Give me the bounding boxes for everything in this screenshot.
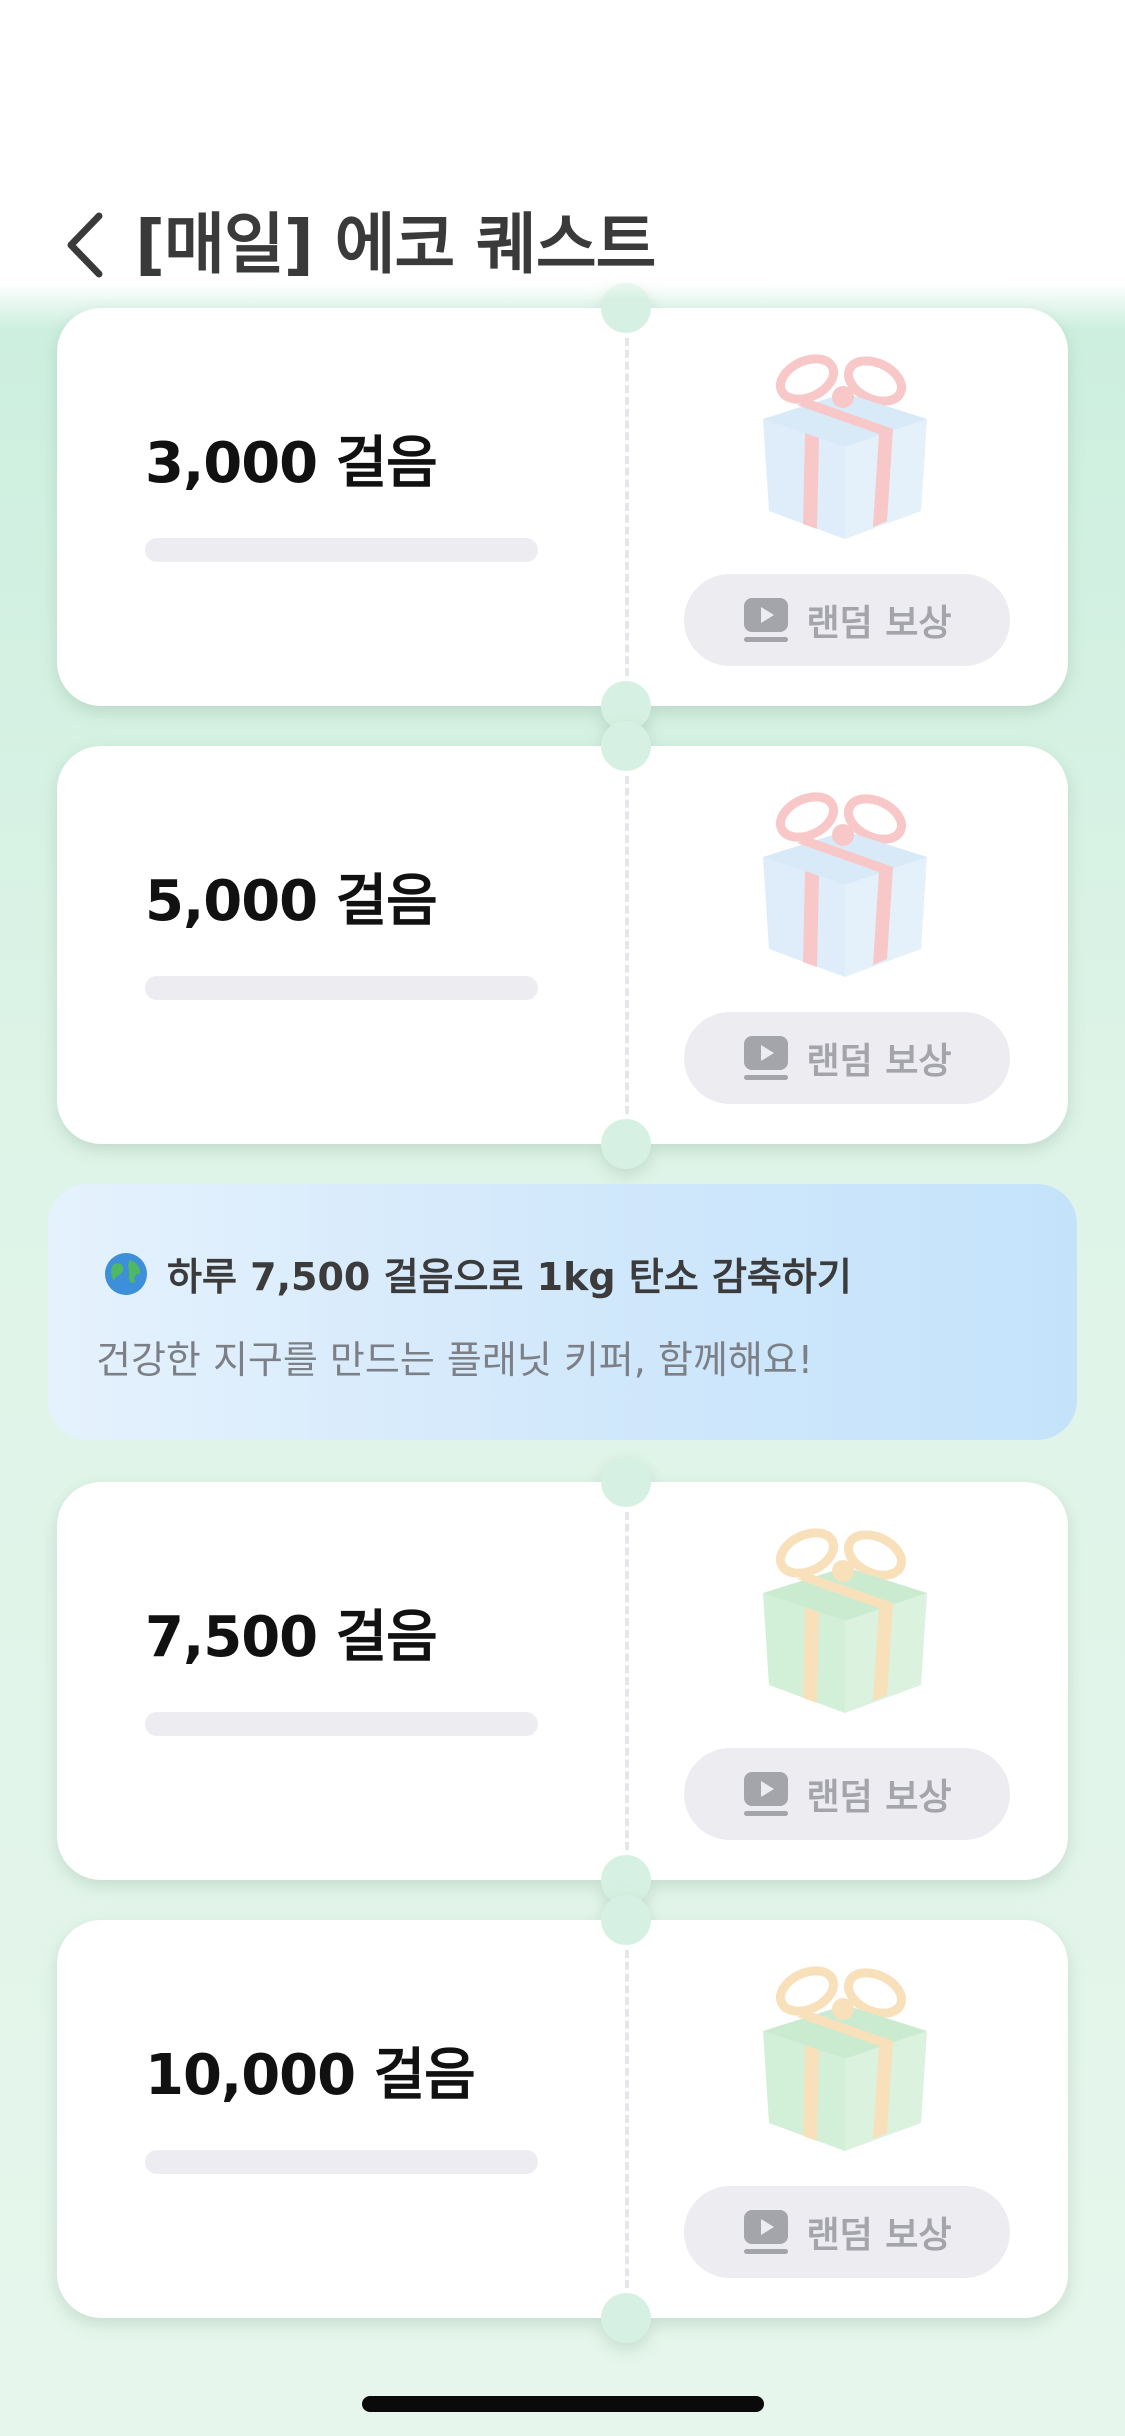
reward-label: 랜덤 보상 [806,1777,952,1818]
progress-bar [145,1712,538,1736]
random-reward-button[interactable]: 랜덤 보상 [684,1748,1010,1840]
gift-box-icon [763,1528,927,1713]
gift-box-icon [763,1966,927,2151]
reward-label: 랜덤 보상 [806,2215,952,2256]
ticket-divider [625,1950,629,2288]
random-reward-button[interactable]: 랜덤 보상 [684,574,1010,666]
progress-bar [145,2150,538,2174]
eco-info-banner: 하루 7,500 걸음으로 1kg 탄소 감축하기 건강한 지구를 만드는 플래… [48,1184,1077,1440]
play-video-icon [744,2210,789,2254]
globe-icon [105,1252,147,1295]
gift-box-icon [763,792,927,977]
banner-title: 하루 7,500 걸음으로 1kg 탄소 감축하기 [167,1255,852,1299]
steps-goal-label: 3,000 걸음 [145,431,438,496]
header: [매일] 에코 퀘스트 [0,0,1125,300]
reward-label: 랜덤 보상 [806,1041,952,1082]
gift-box-icon [763,354,927,539]
banner-subtitle: 건강한 지구를 만드는 플래닛 키퍼, 함께해요! [96,1338,813,1382]
quest-card: 5,000 걸음 랜덤 보상 [57,721,1068,1169]
quest-card: 10,000 걸음 랜덤 보상 [57,1895,1068,2343]
random-reward-button[interactable]: 랜덤 보상 [684,2186,1010,2278]
banner-title-row: 하루 7,500 걸음으로 1kg 탄소 감축하기 [103,1246,852,1301]
steps-goal-label: 10,000 걸음 [145,2043,476,2108]
reward-label: 랜덤 보상 [806,603,952,644]
ticket-divider [625,338,629,676]
back-button[interactable] [50,205,120,285]
play-video-icon [744,598,789,642]
play-video-icon [744,1772,789,1816]
quest-card: 7,500 걸음 랜덤 보상 [57,1457,1068,1905]
ticket-divider [625,1512,629,1850]
random-reward-button[interactable]: 랜덤 보상 [684,1012,1010,1104]
progress-bar [145,538,538,562]
steps-goal-label: 5,000 걸음 [145,869,438,934]
play-video-icon [744,1036,789,1080]
chevron-left-icon [67,212,103,278]
ticket-divider [625,776,629,1114]
page-title: [매일] 에코 퀘스트 [135,206,656,283]
progress-bar [145,976,538,1000]
quest-card: 3,000 걸음 랜덤 보상 [57,283,1068,731]
home-indicator[interactable] [362,2396,764,2412]
steps-goal-label: 7,500 걸음 [145,1605,438,1670]
